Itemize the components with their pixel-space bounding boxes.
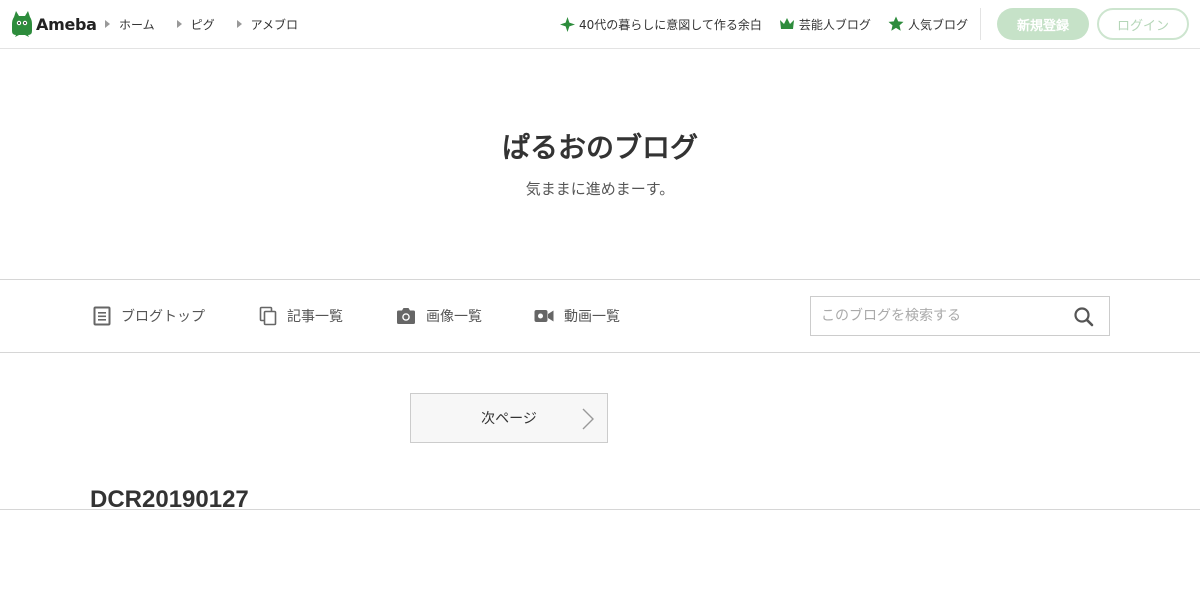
header-nav-popular[interactable]: 人気ブログ [888, 16, 968, 33]
breadcrumb-label: アメブロ [250, 17, 299, 32]
blog-search [810, 296, 1110, 336]
login-button[interactable]: ログイン [1097, 8, 1189, 40]
divider [0, 352, 1200, 353]
chevron-right-icon [582, 408, 594, 430]
breadcrumb: ホーム ピグ アメブロ [105, 0, 320, 48]
breadcrumb-label: ホーム [119, 17, 155, 32]
breadcrumb-ameblo[interactable]: アメブロ [236, 16, 299, 33]
header-nav: 40代の暮らしに意図して作る余白 芸能人ブログ 人気ブログ [560, 0, 985, 48]
copy-icon [259, 306, 277, 326]
crown-icon [779, 18, 794, 29]
blog-nav-label: 記事一覧 [287, 309, 343, 325]
blog-nav-label: 画像一覧 [426, 309, 482, 325]
blog-description: 気ままに進めまーす。 [525, 180, 675, 198]
header-nav-label: 人気ブログ [907, 17, 968, 32]
header-nav-label: 芸能人ブログ [798, 17, 871, 32]
ameba-logo[interactable]: Ameba [11, 10, 97, 38]
next-page-button[interactable]: 次ページ [410, 393, 608, 443]
header-divider [980, 8, 981, 40]
search-icon [1074, 307, 1094, 327]
breadcrumb-label: ピグ [190, 17, 215, 32]
logo-text: Ameba [36, 14, 97, 34]
camera-icon [397, 308, 415, 324]
search-button[interactable] [1073, 306, 1095, 328]
blog-nav-entries[interactable]: 記事一覧 [259, 306, 343, 326]
breadcrumb-pigg[interactable]: ピグ [176, 16, 215, 33]
document-icon [93, 306, 111, 326]
ameba-mascot-icon [12, 11, 32, 37]
blog-nav-label: ブログトップ [121, 309, 205, 325]
blog-nav: ブログトップ 記事一覧 画像一覧 動画一覧 [93, 280, 620, 352]
blog-title[interactable]: ぱるおのブログ [0, 126, 1200, 166]
star-icon [888, 16, 904, 31]
header-nav-label: 40代の暮らしに意図して作る余白 [579, 17, 762, 32]
blog-nav-images[interactable]: 画像一覧 [396, 306, 482, 326]
header-nav-featured[interactable]: 40代の暮らしに意図して作る余白 [560, 16, 762, 33]
sparkle-icon [560, 16, 575, 32]
triangle-right-icon [176, 20, 182, 28]
blog-nav-top[interactable]: ブログトップ [93, 306, 205, 326]
video-icon [534, 310, 554, 322]
register-button[interactable]: 新規登録 [997, 8, 1089, 40]
breadcrumb-home[interactable]: ホーム [105, 16, 155, 33]
triangle-right-icon [236, 20, 242, 28]
triangle-right-icon [105, 20, 110, 28]
blog-nav-videos[interactable]: 動画一覧 [534, 306, 620, 326]
divider [0, 509, 1200, 510]
next-page-label: 次ページ [481, 411, 537, 427]
blog-nav-label: 動画一覧 [564, 309, 620, 325]
global-header: Ameba ホーム ピグ アメブロ 40代の暮らしに意図して作る余白 芸能人ブロ… [0, 0, 1200, 49]
search-input[interactable] [811, 297, 1061, 335]
header-nav-celebrity[interactable]: 芸能人ブログ [779, 16, 871, 33]
